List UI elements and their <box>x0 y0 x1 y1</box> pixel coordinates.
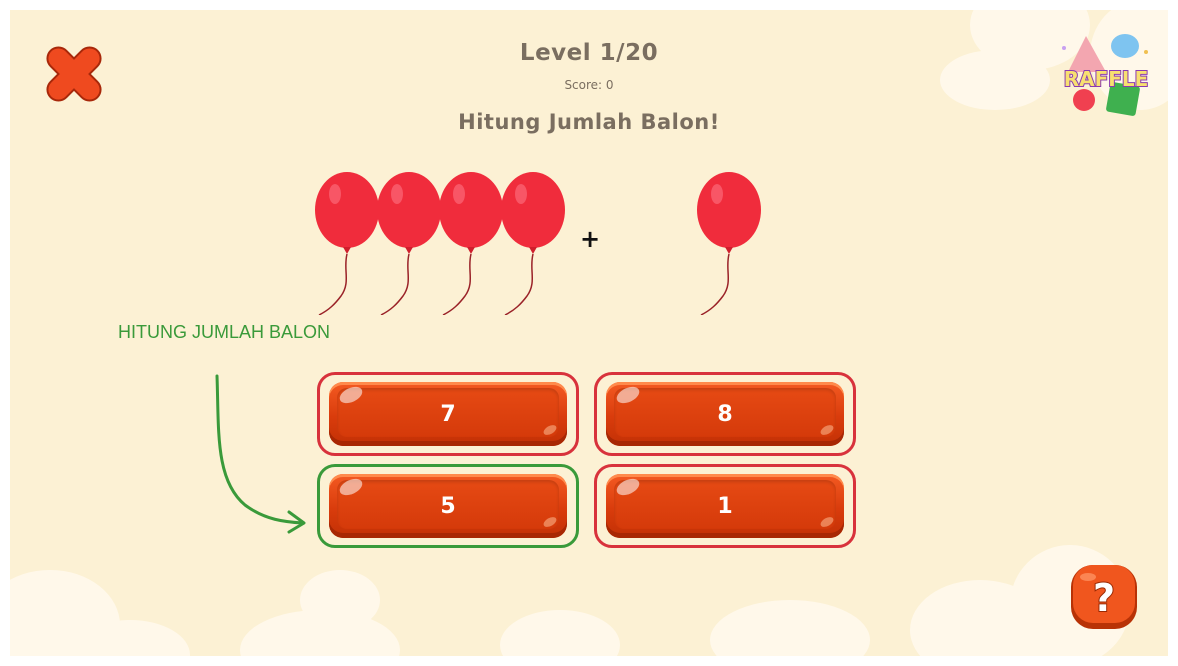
cloud-decoration <box>710 600 870 656</box>
annotation-arrow <box>215 374 306 534</box>
score-display: Score: 0 <box>564 78 614 92</box>
answer-outline: 7 <box>317 372 579 456</box>
balloon-problem: + <box>315 172 761 315</box>
raffle-logo: RAFFLE <box>1058 32 1154 122</box>
level-indicator: Level 1/20 <box>519 40 659 66</box>
help-button[interactable]: ? <box>1070 563 1138 631</box>
plus-operator: + <box>580 225 600 253</box>
instruction-text: Hitung Jumlah Balon! <box>458 110 720 134</box>
answer-value: 1 <box>717 493 733 519</box>
balloon <box>501 172 565 315</box>
annotation-label: HITUNG JUMLAH BALON <box>118 322 331 342</box>
answer-value: 5 <box>440 493 456 519</box>
svg-text:?: ? <box>1093 576 1115 620</box>
answer-button[interactable]: 1 <box>606 474 844 538</box>
answer-value: 8 <box>717 401 733 427</box>
balloon <box>439 172 503 315</box>
answer-outline: 1 <box>594 464 856 548</box>
svg-text:RAFFLE: RAFFLE <box>1064 67 1149 91</box>
balloon <box>697 172 761 315</box>
answer-button[interactable]: 5 <box>329 474 567 538</box>
answer-value: 7 <box>440 401 456 427</box>
balloon <box>377 172 441 315</box>
answer-outline: 8 <box>594 372 856 456</box>
correct-answer-outline: 5 <box>317 464 579 548</box>
game-stage: Level 1/20 Score: 0 Hitung Jumlah Balon!… <box>10 10 1168 656</box>
cloud-decoration <box>240 610 400 656</box>
answer-button[interactable]: 8 <box>606 382 844 446</box>
answer-button[interactable]: 7 <box>329 382 567 446</box>
question-mark-icon: ? <box>1071 565 1137 629</box>
balloon <box>315 172 379 315</box>
cloud-decoration <box>500 610 620 656</box>
